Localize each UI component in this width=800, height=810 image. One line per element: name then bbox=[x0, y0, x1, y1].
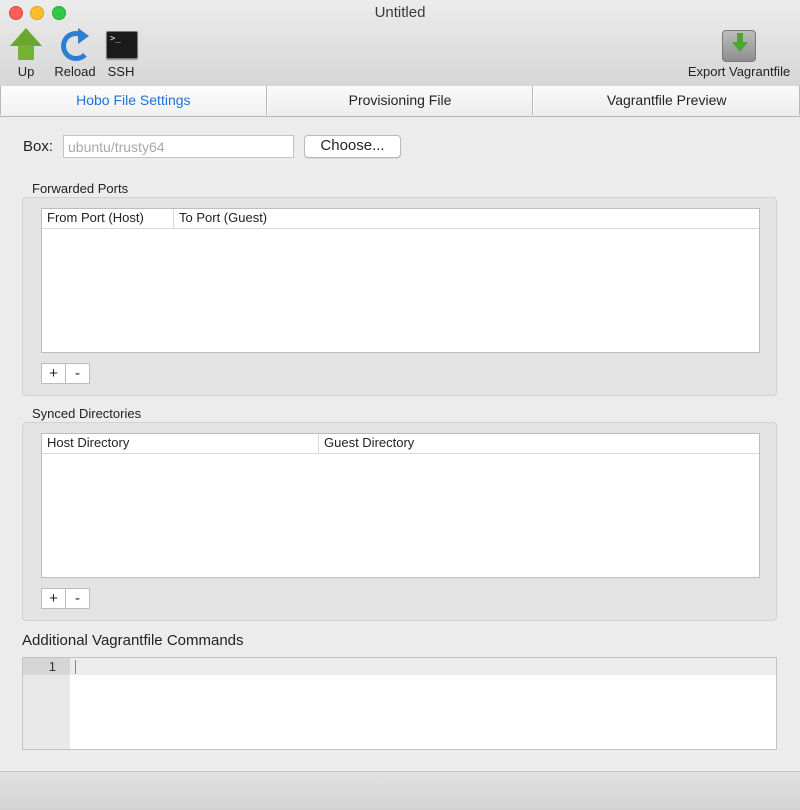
export-vagrantfile-button[interactable]: Export Vagrantfile bbox=[686, 28, 792, 79]
export-label: Export Vagrantfile bbox=[687, 64, 791, 79]
forwarded-ports-title: Forwarded Ports bbox=[32, 181, 129, 196]
column-header-host-directory[interactable]: Host Directory bbox=[42, 434, 319, 453]
column-header-to-port[interactable]: To Port (Guest) bbox=[174, 209, 759, 228]
text-caret bbox=[75, 660, 76, 674]
bottom-bar bbox=[0, 771, 800, 810]
additional-commands-title: Additional Vagrantfile Commands bbox=[22, 632, 244, 649]
tab-hobo-file-settings[interactable]: Hobo File Settings bbox=[0, 86, 267, 115]
table-header: Host Directory Guest Directory bbox=[42, 434, 759, 454]
reload-button[interactable]: Reload bbox=[52, 28, 98, 79]
up-label: Up bbox=[17, 64, 35, 79]
terminal-prompt: >_ bbox=[110, 34, 121, 44]
choose-box-button[interactable]: Choose... bbox=[304, 135, 401, 158]
ssh-label: SSH bbox=[107, 64, 135, 79]
forwarded-ports-group: From Port (Host) To Port (Guest) + - bbox=[22, 197, 777, 396]
column-header-from-port[interactable]: From Port (Host) bbox=[42, 209, 174, 228]
column-header-guest-directory[interactable]: Guest Directory bbox=[319, 434, 759, 453]
remove-synced-directory-button[interactable]: - bbox=[65, 588, 90, 609]
reload-label: Reload bbox=[54, 64, 96, 79]
box-input[interactable] bbox=[63, 135, 294, 158]
ssh-button[interactable]: >_ SSH bbox=[103, 28, 139, 79]
add-forwarded-port-button[interactable]: + bbox=[41, 363, 66, 384]
box-label: Box: bbox=[23, 138, 54, 155]
tab-bar: Hobo File Settings Provisioning File Vag… bbox=[0, 86, 800, 117]
commands-editor[interactable]: 1 bbox=[22, 657, 777, 750]
table-header: From Port (Host) To Port (Guest) bbox=[42, 209, 759, 229]
active-line-gutter: 1 bbox=[23, 658, 70, 675]
tab-vagrantfile-preview[interactable]: Vagrantfile Preview bbox=[533, 86, 800, 115]
window-title: Untitled bbox=[374, 4, 426, 21]
forwarded-ports-table[interactable]: From Port (Host) To Port (Guest) bbox=[41, 208, 760, 353]
synced-directories-title: Synced Directories bbox=[32, 406, 142, 421]
add-synced-directory-button[interactable]: + bbox=[41, 588, 66, 609]
tab-provisioning-file[interactable]: Provisioning File bbox=[266, 86, 534, 115]
synced-directories-group: Host Directory Guest Directory + - bbox=[22, 422, 777, 621]
line-number: 1 bbox=[48, 659, 56, 674]
up-button[interactable]: Up bbox=[9, 28, 43, 79]
active-line-highlight bbox=[70, 658, 776, 675]
title-bar: Untitled Up Reload >_ SSH Export Vagrant… bbox=[0, 0, 800, 87]
download-disk-icon bbox=[722, 28, 756, 62]
terminal-icon: >_ bbox=[104, 28, 138, 62]
synced-directories-table[interactable]: Host Directory Guest Directory bbox=[41, 433, 760, 578]
remove-forwarded-port-button[interactable]: - bbox=[65, 363, 90, 384]
up-arrow-icon bbox=[9, 28, 43, 62]
reload-icon bbox=[58, 28, 92, 62]
